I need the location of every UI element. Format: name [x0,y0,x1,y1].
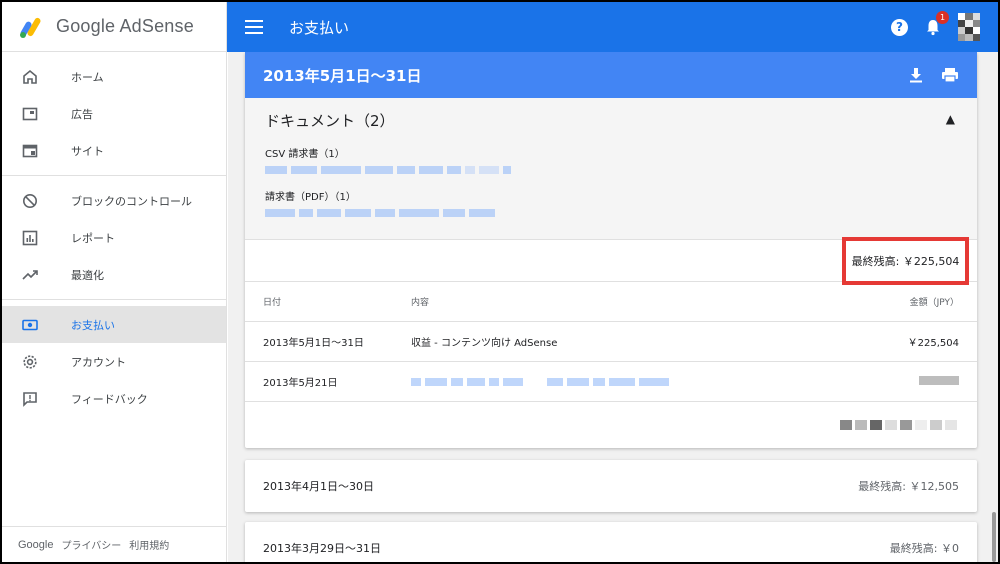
privacy-link[interactable]: プライバシー [61,537,121,552]
csv-invoice-group: CSV 請求書（1） [265,145,957,174]
topbar-actions: ? 1 [891,11,980,41]
sidebar-item-label: ホーム [71,70,104,84]
row-amount-redacted [819,375,959,388]
table-row: 2013年5月21日 [245,362,977,402]
main-content: 2013年5月1日〜31日 ドキュメント（2） ▲ CSV 請求書（1） 請求書… [228,52,998,562]
csv-invoice-label: CSV 請求書（1） [265,149,345,160]
pdf-invoice-label: 請求書（PDF）（1） [265,192,356,203]
documents-section: ドキュメント（2） ▲ CSV 請求書（1） 請求書（PDF）（1） [245,98,977,240]
sidebar-item-home[interactable]: ホーム [2,58,226,95]
sidebar-item-payments[interactable]: お支払い [2,306,226,343]
home-icon [20,67,40,87]
sidebar-item-block-controls[interactable]: ブロックのコントロール [2,182,226,219]
google-brand: Google [18,538,54,551]
history-period: 2013年4月1日〜30日 [263,480,374,493]
statement-card: 2013年5月1日〜31日 ドキュメント（2） ▲ CSV 請求書（1） 請求書… [245,52,977,448]
pdf-invoice-group: 請求書（PDF）（1） [265,188,957,217]
history-card[interactable]: 2013年3月29日〜31日 最終残高: ￥0 [245,522,977,562]
nav-group-main: ホーム 広告 サイト [2,52,226,176]
sidebar-item-label: 最適化 [71,268,104,282]
nav-group-account: お支払い アカウント フィードバック [2,300,226,423]
adsense-logo[interactable]: Google AdSense [2,2,226,52]
print-icon[interactable] [941,67,959,83]
column-date: 日付 [263,298,282,308]
final-balance: 最終残高: ￥225,504 [851,255,960,268]
sidebar-item-label: サイト [71,144,104,158]
row-amount: ￥225,504 [907,338,959,349]
sidebar-item-optimization[interactable]: 最適化 [2,256,226,293]
feedback-icon [20,389,40,409]
avatar[interactable] [958,13,980,41]
sidebar-item-account[interactable]: アカウント [2,343,226,380]
row-description-redacted[interactable] [411,377,819,386]
menu-icon[interactable] [245,20,263,34]
sidebar-item-reports[interactable]: レポート [2,219,226,256]
block-icon [20,191,40,211]
sidebar-item-label: レポート [71,231,115,245]
sidebar-item-ads[interactable]: 広告 [2,95,226,132]
adsense-logo-icon [20,17,41,38]
sidebar-item-sites[interactable]: サイト [2,132,226,169]
redacted-total [840,420,957,430]
statement-actions [909,67,959,83]
download-icon[interactable] [909,67,923,83]
column-description: 内容 [411,298,430,308]
row-date: 2013年5月21日 [263,378,338,389]
history-balance: 最終残高: ￥12,505 [858,480,959,493]
top-app-bar: お支払い ? 1 [227,2,998,52]
pdf-invoice-link[interactable] [265,209,957,217]
report-icon [20,228,40,248]
settings-icon [20,352,40,372]
csv-invoice-link[interactable] [265,166,957,174]
history-period: 2013年3月29日〜31日 [263,542,381,555]
history-card[interactable]: 2013年4月1日〜30日 最終残高: ￥12,505 [245,460,977,512]
history-balance: 最終残高: ￥0 [889,542,959,555]
sidebar-footer: Google プライバシー 利用規約 [2,526,227,562]
table-header: 日付 内容 金額（JPY） [245,282,977,322]
sidebar-item-feedback[interactable]: フィードバック [2,380,226,417]
notifications-button[interactable]: 1 [924,11,949,36]
payments-icon [20,315,40,335]
sidebar-item-label: 広告 [71,107,93,121]
terms-link[interactable]: 利用規約 [129,537,169,552]
sidebar-item-label: アカウント [71,355,126,369]
page-title: お支払い [289,18,350,37]
ads-icon [20,104,40,124]
sidebar-item-label: ブロックのコントロール [71,194,192,208]
chevron-up-icon[interactable]: ▲ [946,112,955,126]
app-window: Google AdSense ホーム 広告 サイト ブロックのコントロール レポ… [0,0,1000,564]
sidebar-item-label: フィードバック [71,392,148,406]
scrollbar[interactable] [992,512,996,562]
final-balance-highlight: 最終残高: ￥225,504 [842,237,969,285]
table-row: 2013年5月1日〜31日 収益 - コンテンツ向け AdSense ￥225,… [245,322,977,362]
sites-icon [20,141,40,161]
help-icon[interactable]: ? [891,18,908,36]
row-description: 収益 - コンテンツ向け AdSense [411,338,558,349]
sidebar-item-label: お支払い [71,318,115,332]
statement-header[interactable]: 2013年5月1日〜31日 [245,52,977,98]
notification-badge: 1 [936,11,949,24]
final-balance-row: 最終残高: ￥225,504 [245,237,977,285]
nav-group-tools: ブロックのコントロール レポート 最適化 [2,176,226,300]
logo-text: Google AdSense [56,16,194,36]
row-date: 2013年5月1日〜31日 [263,338,364,349]
column-amount: 金額（JPY） [909,298,959,308]
statement-period: 2013年5月1日〜31日 [263,66,422,85]
trending-icon [20,265,40,285]
sidebar: Google AdSense ホーム 広告 サイト ブロックのコントロール レポ… [2,2,227,562]
documents-title: ドキュメント（2） [265,112,395,130]
